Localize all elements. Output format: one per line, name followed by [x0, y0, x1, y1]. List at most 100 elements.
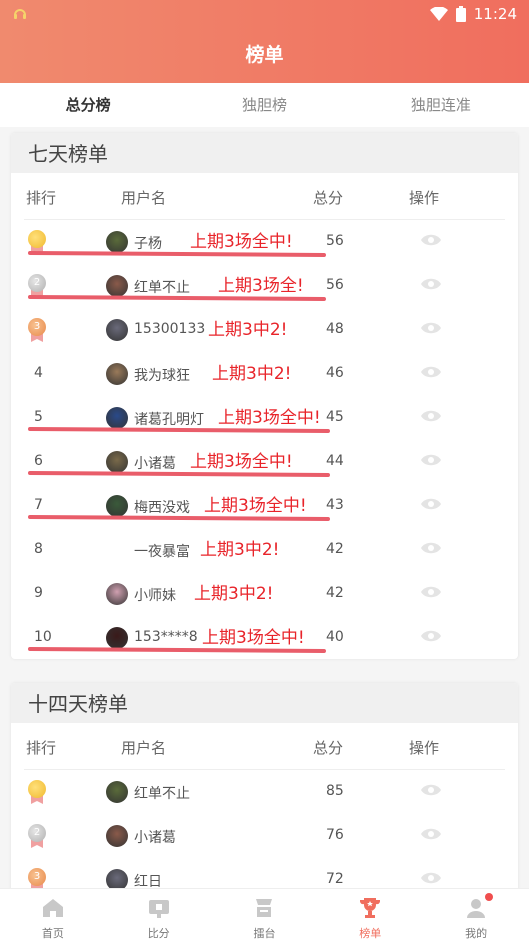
view-eye-icon[interactable] [421, 783, 441, 797]
username: 诸葛孔明灯 [134, 412, 204, 428]
seven-day-title: 七天榜单 [11, 133, 518, 173]
user-icon [467, 899, 486, 918]
leaderboard-row[interactable]: 3 15300133 48 上期3中2! [24, 308, 505, 352]
nav-profile[interactable]: 我的 [423, 889, 529, 940]
leaderboard-row[interactable]: 5 诸葛孔明灯 45 上期3场全中! [24, 396, 505, 440]
leaderboard-row[interactable]: 9 小师妹 42 上期3中2! [24, 572, 505, 616]
handwritten-note: 上期3场全! [218, 276, 304, 296]
avatar [106, 495, 128, 517]
handwritten-note: 上期3场全中! [218, 408, 321, 428]
avatar [106, 231, 128, 253]
table-header: 排行 用户名 总分 操作 [24, 723, 505, 770]
leaderboard-row[interactable]: 4 我为球狂 46 上期3中2! [24, 352, 505, 396]
nav-leaderboard[interactable]: 榜单 [317, 889, 423, 940]
battery-icon [455, 6, 466, 22]
col-user-header: 用户名 [121, 189, 167, 207]
view-eye-icon[interactable] [421, 541, 441, 555]
handwritten-note: 上期3场全中! [190, 232, 293, 252]
rank-number: 4 [34, 365, 43, 381]
view-eye-icon[interactable] [421, 827, 441, 841]
score-value: 46 [326, 365, 344, 381]
silver-medal-icon: 2 [28, 824, 46, 848]
leaderboard-row[interactable]: 7 梅西没戏 43 上期3场全中! [24, 484, 505, 528]
view-eye-icon[interactable] [421, 585, 441, 599]
view-eye-icon[interactable] [421, 365, 441, 379]
view-eye-icon[interactable] [421, 409, 441, 423]
handwritten-note: 上期3中2! [208, 320, 288, 340]
rank-number: 6 [34, 453, 43, 469]
rank-number: 7 [34, 497, 43, 513]
avatar [106, 869, 128, 888]
notification-dot [484, 893, 493, 901]
view-eye-icon[interactable] [421, 497, 441, 511]
avatar [106, 363, 128, 385]
tab-single-pick[interactable]: 独胆榜 [176, 83, 352, 127]
highlight-stroke [27, 514, 331, 522]
tab-single-streak[interactable]: 独胆连准 [353, 83, 529, 127]
username: 小诸葛 [134, 456, 176, 472]
avatar [106, 275, 128, 297]
leaderboard-row[interactable]: 红单不止 85 [24, 770, 505, 814]
tab-bar: 总分榜 独胆榜 独胆连准 [0, 83, 529, 127]
seven-day-card: 七天榜单 排行 用户名 总分 操作 子杨 56 上期3场全中! 2 红单不止 56 上期3场… [11, 133, 518, 659]
highlight-stroke [27, 426, 331, 434]
highlight-stroke [27, 646, 327, 654]
leaderboard-row[interactable]: 6 小诸葛 44 上期3场全中! [24, 440, 505, 484]
leaderboard-row[interactable]: 10 153****8 40 上期3场全中! [24, 616, 505, 659]
highlight-stroke [27, 470, 331, 478]
handwritten-note: 上期3场全中! [202, 628, 305, 648]
arena-icon [256, 899, 273, 917]
avatar [106, 583, 128, 605]
handwritten-note: 上期3中2! [200, 540, 280, 560]
view-eye-icon[interactable] [421, 629, 441, 643]
score-icon [148, 900, 169, 918]
wifi-icon [429, 7, 448, 21]
score-value: 42 [326, 585, 344, 601]
score-value: 56 [326, 277, 344, 293]
nav-arena[interactable]: 擂台 [212, 889, 318, 940]
avatar [106, 319, 128, 341]
clock: 11:24 [473, 5, 517, 23]
col-score-header: 总分 [313, 739, 344, 757]
nav-score[interactable]: 比分 [106, 889, 212, 940]
score-value: 42 [326, 541, 344, 557]
nav-label: 首页 [41, 927, 64, 940]
leaderboard-row[interactable]: 2 红单不止 56 上期3场全! [24, 264, 505, 308]
username: 红日 [134, 874, 162, 888]
score-value: 85 [326, 783, 344, 799]
fourteen-day-rows: 红单不止 85 2 小诸葛 76 3 红日 72 [11, 770, 518, 888]
rank-number: 8 [34, 541, 43, 557]
username: 梅西没戏 [134, 500, 190, 516]
avatar [106, 781, 128, 803]
username: 子杨 [134, 236, 162, 252]
nav-label: 我的 [465, 927, 488, 940]
col-action-header: 操作 [409, 189, 440, 207]
view-eye-icon[interactable] [421, 453, 441, 467]
bottom-nav: 首页 比分 擂台 榜单 我的 [0, 888, 529, 940]
rank-number: 9 [34, 585, 43, 601]
view-eye-icon[interactable] [421, 277, 441, 291]
leaderboard-row[interactable]: 子杨 56 上期3场全中! [24, 220, 505, 264]
nav-home[interactable]: 首页 [0, 889, 106, 940]
handwritten-note: 上期3中2! [194, 584, 274, 604]
trophy-icon [360, 898, 381, 918]
view-eye-icon[interactable] [421, 871, 441, 885]
view-eye-icon[interactable] [421, 233, 441, 247]
highlight-stroke [27, 294, 327, 302]
fourteen-day-title: 十四天榜单 [11, 683, 518, 723]
notification-app-icon [14, 9, 26, 19]
leaderboard-row[interactable]: 3 红日 72 [24, 858, 505, 888]
highlight-stroke [27, 250, 327, 258]
rank-number: 5 [34, 409, 43, 425]
col-action-header: 操作 [409, 739, 440, 757]
score-value: 43 [326, 497, 344, 513]
leaderboard-row[interactable]: 2 小诸葛 76 [24, 814, 505, 858]
username: 小诸葛 [134, 830, 176, 846]
tab-total-score[interactable]: 总分榜 [0, 83, 176, 127]
leaderboard-scroll[interactable]: 七天榜单 排行 用户名 总分 操作 子杨 56 上期3场全中! 2 红单不止 56 上期3场… [0, 127, 529, 888]
avatar [106, 627, 128, 649]
nav-label: 擂台 [253, 927, 276, 940]
handwritten-note: 上期3场全中! [190, 452, 293, 472]
leaderboard-row[interactable]: 8 一夜暴富 42 上期3中2! [24, 528, 505, 572]
view-eye-icon[interactable] [421, 321, 441, 335]
